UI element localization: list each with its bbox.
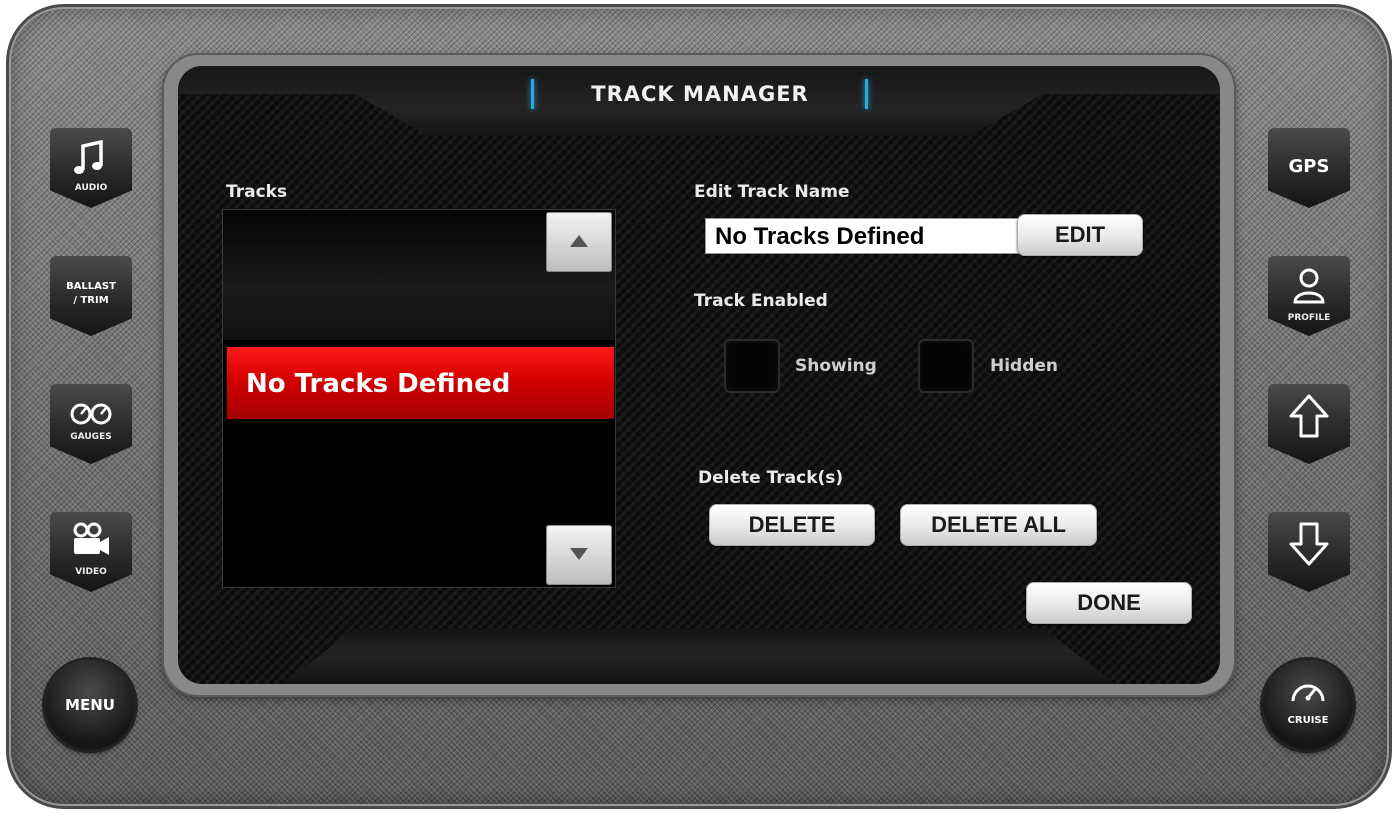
track-row-label: No Tracks Defined — [246, 369, 511, 399]
gauges-label: GAUGES — [70, 432, 112, 442]
triangle-up-icon — [570, 235, 588, 247]
edit-track-name-label: Edit Track Name — [694, 182, 850, 202]
cruise-label: CRUISE — [1287, 715, 1329, 726]
tracks-label: Tracks — [226, 182, 288, 202]
track-name-field[interactable]: No Tracks Defined — [705, 218, 1027, 254]
title-accent-left — [531, 79, 534, 109]
menu-label: MENU — [65, 696, 115, 714]
scroll-up-button[interactable] — [546, 212, 612, 272]
showing-checkbox[interactable] — [724, 339, 780, 393]
hidden-label: Hidden — [990, 356, 1059, 376]
profile-person-icon — [1293, 268, 1325, 304]
speedometer-icon — [1291, 684, 1325, 702]
music-note-icon — [74, 139, 103, 174]
done-button[interactable]: DONE — [1026, 582, 1192, 624]
delete-tracks-label: Delete Track(s) — [698, 468, 844, 488]
bottom-bar — [282, 628, 1116, 684]
page-title: TRACK MANAGER — [591, 82, 809, 106]
track-row-selected[interactable]: No Tracks Defined — [227, 347, 614, 419]
video-label: VIDEO — [75, 567, 107, 577]
triangle-down-icon — [570, 548, 588, 560]
gauges-icon — [70, 403, 112, 425]
delete-button[interactable]: DELETE — [709, 504, 875, 546]
display-screen: TRACK MANAGER Tracks No Tracks Defined E… — [178, 66, 1220, 684]
profile-label: PROFILE — [1287, 313, 1331, 323]
trim-label: / TRIM — [73, 295, 109, 306]
audio-label: AUDIO — [74, 183, 108, 193]
track-name-value: No Tracks Defined — [715, 223, 925, 250]
video-camera-icon — [73, 522, 109, 555]
showing-label: Showing — [795, 356, 877, 376]
cruise-button[interactable]: CRUISE — [1263, 660, 1353, 750]
ballast-label: BALLAST — [66, 281, 116, 292]
delete-all-button[interactable]: DELETE ALL — [900, 504, 1097, 546]
title-accent-right — [865, 79, 868, 109]
edit-button[interactable]: EDIT — [1017, 214, 1143, 256]
arrow-up-icon — [1289, 394, 1329, 438]
menu-button[interactable]: MENU — [45, 660, 135, 750]
track-enabled-label: Track Enabled — [694, 291, 828, 311]
scroll-down-button[interactable] — [546, 525, 612, 585]
arrow-down-icon — [1289, 522, 1329, 566]
gps-label: GPS — [1288, 156, 1330, 177]
track-list[interactable]: No Tracks Defined — [222, 209, 616, 588]
hidden-checkbox[interactable] — [918, 339, 974, 393]
